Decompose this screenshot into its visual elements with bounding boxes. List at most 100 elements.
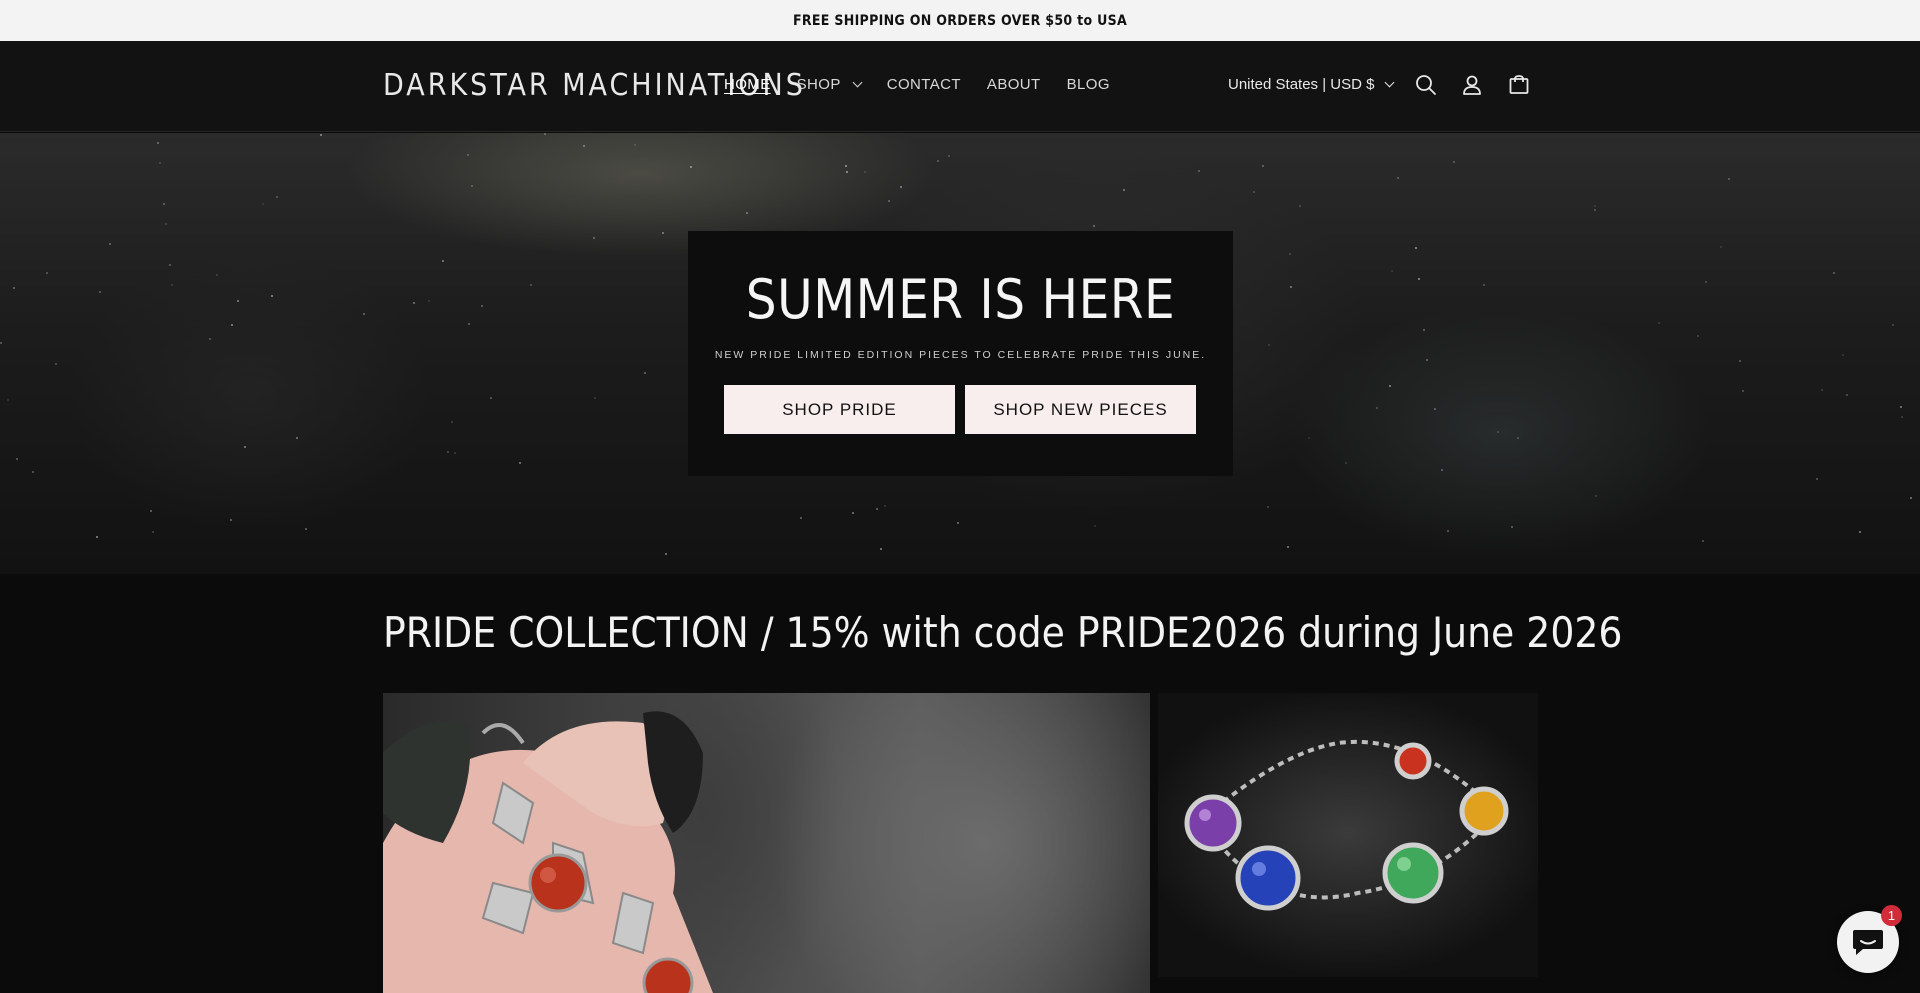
- star: [1397, 177, 1399, 179]
- star: [665, 553, 667, 555]
- star: [471, 185, 473, 187]
- shop-new-pieces-button[interactable]: SHOP NEW PIECES: [965, 385, 1196, 434]
- star: [634, 144, 636, 146]
- star: [1658, 322, 1660, 324]
- star: [1901, 416, 1903, 418]
- star: [937, 160, 939, 162]
- star: [1900, 406, 1902, 408]
- star: [957, 522, 959, 524]
- star: [1423, 329, 1425, 331]
- account-button[interactable]: [1457, 70, 1487, 100]
- star: [1705, 281, 1707, 283]
- star: [1253, 191, 1255, 193]
- star: [244, 446, 246, 448]
- site-header: DARKSTAR MACHINATIONS HOME SHOP CONTACT …: [0, 41, 1920, 132]
- search-button[interactable]: [1411, 70, 1441, 100]
- star: [1418, 278, 1420, 280]
- star: [1267, 506, 1269, 508]
- shop-pride-button[interactable]: SHOP PRIDE: [724, 385, 955, 434]
- star: [888, 200, 890, 202]
- nav-blog[interactable]: BLOG: [1067, 76, 1110, 93]
- star: [169, 264, 171, 266]
- product-image-pride-bracelet[interactable]: [1158, 693, 1538, 977]
- hero-subtitle: NEW PRIDE LIMITED EDITION PIECES TO CELE…: [714, 349, 1207, 361]
- search-icon: [1416, 75, 1436, 95]
- star: [157, 142, 159, 144]
- star: [519, 462, 521, 464]
- star: [320, 134, 322, 136]
- star: [662, 232, 664, 234]
- star: [1308, 437, 1310, 439]
- star: [800, 517, 802, 519]
- star: [1739, 360, 1741, 362]
- collection-title: PRIDE COLLECTION / 15% with code PRIDE20…: [383, 608, 1623, 657]
- star: [1892, 324, 1894, 326]
- star: [1453, 161, 1455, 163]
- star: [583, 145, 585, 147]
- star: [1426, 359, 1428, 361]
- nav-shop-label: SHOP: [796, 76, 841, 93]
- star: [1376, 407, 1378, 409]
- chat-icon: [1853, 930, 1883, 955]
- star: [1697, 335, 1699, 337]
- nav-about[interactable]: ABOUT: [987, 76, 1041, 93]
- star: [150, 510, 152, 512]
- star: [363, 313, 365, 315]
- star: [1720, 246, 1722, 248]
- star: [305, 528, 307, 530]
- star: [852, 512, 854, 514]
- star: [593, 237, 595, 239]
- hero-title: SUMMER IS HERE: [745, 268, 1176, 331]
- star: [216, 274, 218, 276]
- star: [1594, 205, 1596, 207]
- star: [237, 300, 239, 302]
- star: [1434, 408, 1436, 410]
- star: [468, 323, 470, 325]
- cart-icon: [1509, 75, 1529, 94]
- star: [209, 338, 211, 340]
- star: [276, 196, 278, 198]
- locale-selector[interactable]: United States | USD $: [1228, 76, 1395, 93]
- star: [746, 212, 748, 214]
- bracelet-illustration: [1184, 739, 1509, 911]
- nav-contact-label: CONTACT: [886, 76, 961, 93]
- star: [1821, 389, 1823, 391]
- star: [1594, 209, 1596, 211]
- star: [876, 508, 878, 510]
- star: [1816, 478, 1818, 480]
- star: [1497, 431, 1499, 433]
- star: [447, 451, 449, 453]
- star: [152, 531, 154, 533]
- star: [163, 203, 165, 205]
- star: [1511, 526, 1513, 528]
- star: [1859, 531, 1861, 533]
- star: [109, 243, 111, 245]
- star: [1742, 390, 1744, 392]
- star: [99, 291, 101, 293]
- star: [1094, 525, 1096, 527]
- star: [690, 166, 692, 168]
- nav-blog-label: BLOG: [1066, 76, 1110, 93]
- star: [16, 458, 18, 460]
- star: [1198, 170, 1200, 172]
- star: [1517, 437, 1519, 439]
- earrings-illustration: [383, 711, 713, 993]
- star: [594, 397, 596, 399]
- star: [0, 342, 2, 344]
- star: [1287, 546, 1289, 548]
- star: [1910, 497, 1912, 499]
- star: [1093, 225, 1095, 227]
- star: [413, 302, 415, 304]
- account-icon: [1463, 75, 1481, 95]
- star: [1702, 540, 1704, 542]
- star: [880, 548, 882, 550]
- nav-shop[interactable]: SHOP: [796, 76, 863, 93]
- star: [230, 519, 232, 521]
- product-image-pride-earrings[interactable]: [383, 693, 1150, 993]
- nav-contact[interactable]: CONTACT: [887, 76, 961, 93]
- star: [13, 287, 15, 289]
- main-nav: HOME SHOP CONTACT ABOUT BLOG: [724, 76, 1136, 93]
- nav-home[interactable]: HOME: [724, 76, 771, 93]
- star: [644, 372, 646, 374]
- cart-button[interactable]: [1504, 70, 1534, 100]
